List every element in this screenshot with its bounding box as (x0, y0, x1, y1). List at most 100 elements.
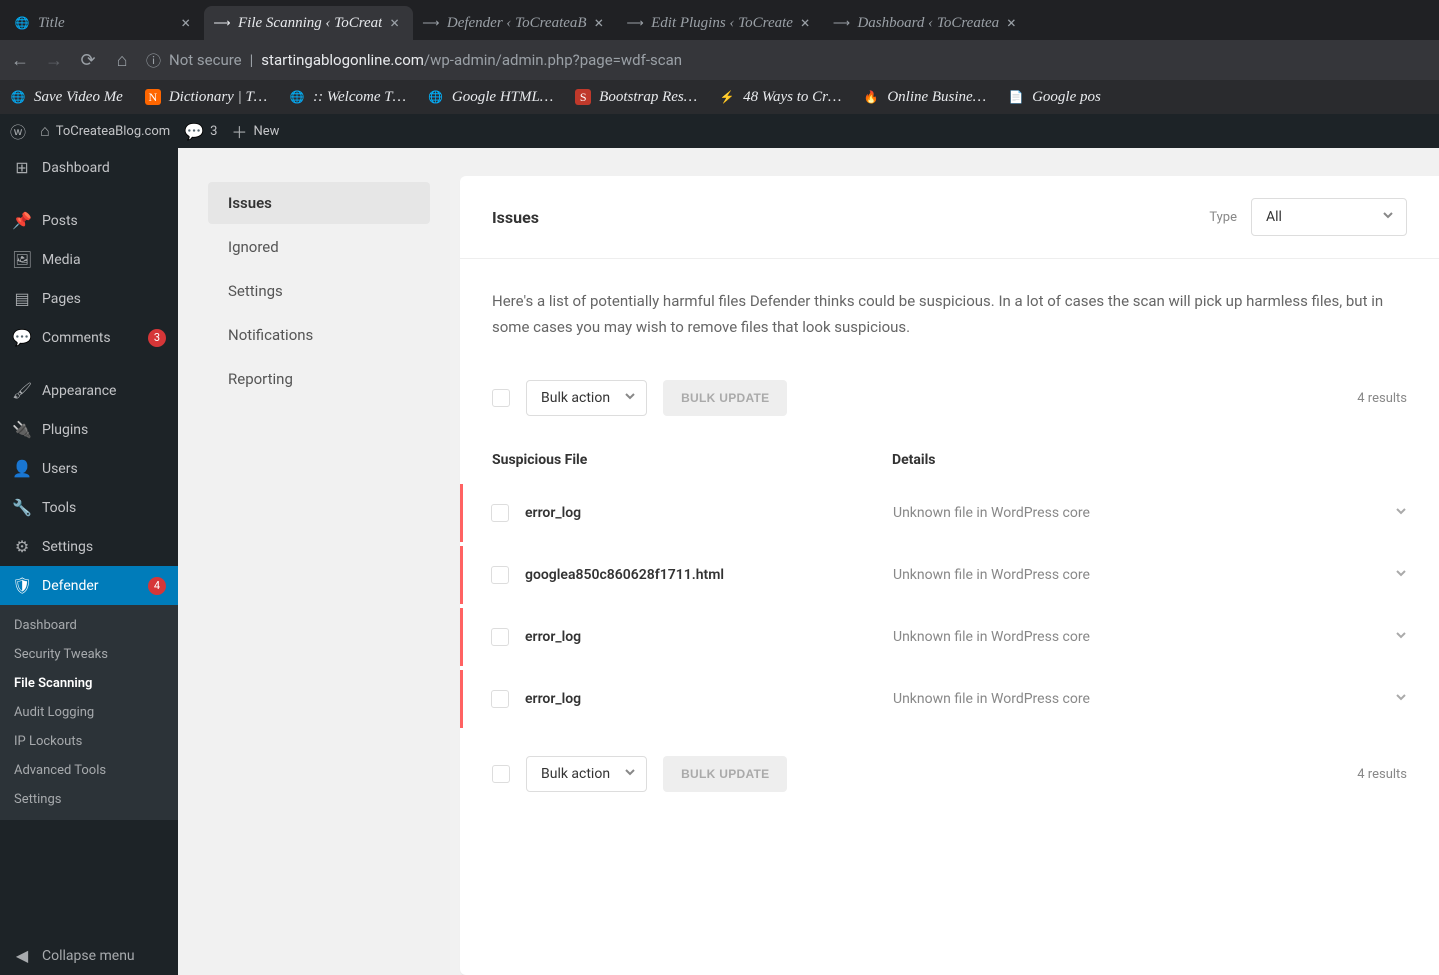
forward-button[interactable]: → (44, 50, 64, 71)
app-icon: ⟶ (833, 15, 849, 31)
new-content-link[interactable]: ＋New (231, 119, 279, 143)
close-icon[interactable]: × (390, 15, 399, 31)
close-icon[interactable]: × (801, 15, 810, 31)
globe-icon: 🌐 (428, 89, 444, 105)
back-button[interactable]: ← (10, 50, 30, 71)
bookmark-icon: S (575, 89, 591, 105)
row-checkbox[interactable] (491, 628, 509, 646)
row-checkbox[interactable] (491, 566, 509, 584)
sidebar-item-defender[interactable]: 🛡Defender4 (0, 566, 178, 605)
bookmark-item[interactable]: 🌐:: Welcome T… (289, 89, 406, 106)
close-icon[interactable]: × (1007, 15, 1016, 31)
submenu-item[interactable]: Audit Logging (0, 698, 178, 727)
bookmark-icon: 🔥 (863, 89, 879, 105)
bookmark-item[interactable]: SBootstrap Res… (575, 89, 697, 106)
file-rows: error_log Unknown file in WordPress core… (460, 484, 1439, 728)
address-bar[interactable]: ⓘ Not secure | startingablogonline.com/w… (146, 50, 1429, 71)
bulk-action-select[interactable]: Bulk action (526, 756, 647, 792)
bookmark-item[interactable]: 🌐Google HTML… (428, 89, 553, 106)
home-button[interactable]: ⌂ (112, 50, 132, 71)
home-icon: ⌂ (40, 121, 50, 141)
sidebar-item-plugins[interactable]: 🔌Plugins (0, 410, 178, 449)
panel-title: Issues (492, 208, 539, 227)
tab-settings[interactable]: Settings (208, 270, 430, 312)
bulk-update-button[interactable]: BULK UPDATE (663, 756, 787, 792)
wp-sidebar: ⊞Dashboard 📌Posts 🖼Media ▤Pages 💬Comment… (0, 148, 178, 975)
submenu-item[interactable]: Security Tweaks (0, 640, 178, 669)
app-icon: ⟶ (423, 15, 439, 31)
collapse-menu[interactable]: ◀Collapse menu (0, 936, 178, 975)
tab-notifications[interactable]: Notifications (208, 314, 430, 356)
badge: 4 (148, 577, 166, 595)
column-header-file: Suspicious File (492, 452, 892, 468)
bulk-action-select[interactable]: Bulk action (526, 380, 647, 416)
sidebar-item-media[interactable]: 🖼Media (0, 240, 178, 279)
submenu-item[interactable]: Advanced Tools (0, 756, 178, 785)
bookmark-icon: ⚡ (719, 89, 735, 105)
site-home-link[interactable]: ⌂ToCreateaBlog.com (40, 121, 170, 141)
sidebar-item-settings[interactable]: ⚙Settings (0, 527, 178, 566)
select-all-checkbox[interactable] (492, 389, 510, 407)
bulk-update-button[interactable]: BULK UPDATE (663, 380, 787, 416)
close-icon[interactable]: × (595, 15, 604, 31)
tab-title: Defender ‹ ToCreateaB (447, 15, 587, 32)
sidebar-item-dashboard[interactable]: ⊞Dashboard (0, 148, 178, 187)
wrench-icon: 🔧 (12, 498, 32, 517)
file-detail: Unknown file in WordPress core (893, 629, 1379, 645)
browser-tab[interactable]: ⟶ Defender ‹ ToCreateaB × (413, 6, 617, 40)
globe-icon: 🌐 (14, 15, 30, 31)
brush-icon: 🖌 (12, 381, 32, 400)
row-checkbox[interactable] (491, 504, 509, 522)
tab-title: Edit Plugins ‹ ToCreate (651, 15, 793, 32)
bookmark-icon: N (145, 89, 161, 105)
tab-issues[interactable]: Issues (208, 182, 430, 224)
tab-reporting[interactable]: Reporting (208, 358, 430, 400)
file-detail: Unknown file in WordPress core (893, 505, 1379, 521)
chevron-down-icon[interactable] (1395, 567, 1407, 583)
table-row[interactable]: googlea850c860628f1711.html Unknown file… (460, 546, 1439, 604)
close-icon[interactable]: × (181, 15, 190, 31)
select-all-checkbox[interactable] (492, 765, 510, 783)
table-row[interactable]: error_log Unknown file in WordPress core (460, 608, 1439, 666)
submenu-item[interactable]: IP Lockouts (0, 727, 178, 756)
chevron-down-icon[interactable] (1395, 505, 1407, 521)
type-select[interactable]: All (1251, 198, 1407, 236)
submenu-item[interactable]: Settings (0, 785, 178, 814)
reload-button[interactable]: ⟳ (78, 50, 98, 71)
sidebar-item-users[interactable]: 👤Users (0, 449, 178, 488)
bookmark-item[interactable]: ⚡48 Ways to Cr… (719, 89, 841, 106)
bookmark-item[interactable]: 🌐Save Video Me (10, 89, 123, 106)
bookmark-item[interactable]: 🔥Online Busine… (863, 89, 986, 106)
file-name: error_log (525, 691, 877, 707)
page-icon: ▤ (12, 289, 32, 308)
table-row[interactable]: error_log Unknown file in WordPress core (460, 484, 1439, 542)
tab-title: Title (38, 15, 173, 32)
vertical-tabs: Issues Ignored Settings Notifications Re… (208, 176, 430, 975)
bookmark-item[interactable]: 📄Google pos (1008, 89, 1101, 106)
table-row[interactable]: error_log Unknown file in WordPress core (460, 670, 1439, 728)
row-checkbox[interactable] (491, 690, 509, 708)
browser-tab-strip: 🌐 Title × ⟶ File Scanning ‹ ToCreat × ⟶ … (0, 0, 1439, 40)
badge: 3 (148, 329, 166, 347)
chevron-down-icon[interactable] (1395, 629, 1407, 645)
sidebar-item-pages[interactable]: ▤Pages (0, 279, 178, 318)
browser-tab[interactable]: 🌐 Title × (4, 6, 204, 40)
sidebar-item-appearance[interactable]: 🖌Appearance (0, 371, 178, 410)
submenu-item[interactable]: File Scanning (0, 669, 178, 698)
browser-tab[interactable]: ⟶ Edit Plugins ‹ ToCreate × (617, 6, 823, 40)
browser-tab[interactable]: ⟶ Dashboard ‹ ToCreatea × (823, 6, 1029, 40)
sidebar-item-posts[interactable]: 📌Posts (0, 201, 178, 240)
comments-link[interactable]: 💬3 (184, 122, 217, 141)
sidebar-item-tools[interactable]: 🔧Tools (0, 488, 178, 527)
browser-tab[interactable]: ⟶ File Scanning ‹ ToCreat × (204, 6, 413, 40)
chevron-down-icon[interactable] (1395, 691, 1407, 707)
file-detail: Unknown file in WordPress core (893, 691, 1379, 707)
url-path: /wp-admin/admin.php?page=wdf-scan (424, 51, 682, 69)
sidebar-item-comments[interactable]: 💬Comments3 (0, 318, 178, 357)
lock-info-icon: ⓘ (146, 50, 161, 71)
bookmark-item[interactable]: NDictionary | T… (145, 89, 267, 106)
submenu-item[interactable]: Dashboard (0, 611, 178, 640)
wp-logo[interactable]: ⓦ (10, 119, 26, 143)
file-name: googlea850c860628f1711.html (525, 567, 877, 583)
tab-ignored[interactable]: Ignored (208, 226, 430, 268)
